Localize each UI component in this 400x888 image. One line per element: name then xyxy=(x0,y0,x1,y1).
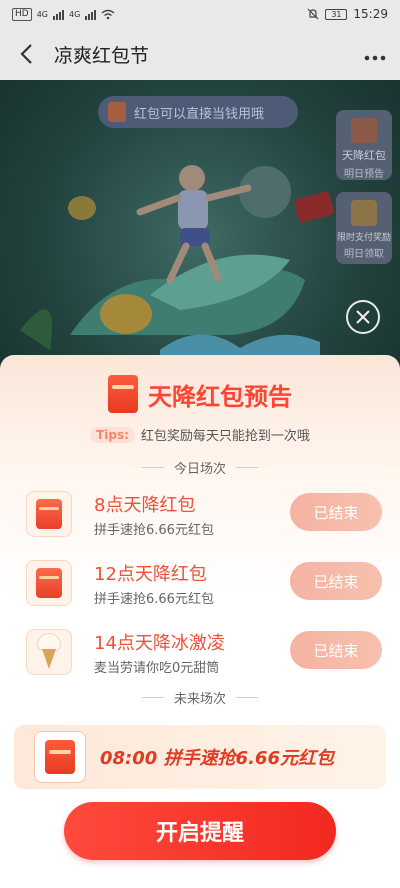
red-envelope-icon xyxy=(45,740,75,774)
page-title: 凉爽红包节 xyxy=(54,44,150,67)
divider xyxy=(236,467,258,468)
enable-reminder-button[interactable]: 开启提醒 xyxy=(64,802,336,860)
close-icon xyxy=(356,310,370,324)
session-ended-button[interactable]: 已结束 xyxy=(290,631,382,669)
status-bar: HD 4G 4G 31 15:29 xyxy=(0,0,400,28)
future-section-label: 未来场次 xyxy=(173,692,226,707)
chevron-left-icon xyxy=(20,44,32,64)
future-section-header: 未来场次 xyxy=(0,688,400,707)
close-button[interactable] xyxy=(346,300,380,334)
session-sub: 拼手速抢6.66元红包 xyxy=(94,523,214,538)
mute-bell-icon xyxy=(307,8,319,20)
session-row: 12点天降红包 拼手速抢6.66元红包 已结束 xyxy=(0,558,400,618)
red-envelope-icon xyxy=(108,375,138,413)
future-session-text: 08:00 拼手速抢6.66元红包 xyxy=(100,748,334,769)
wifi-icon xyxy=(101,9,115,19)
battery-level: 31 xyxy=(331,9,342,19)
session-thumb xyxy=(26,560,72,606)
session-row: 14点天降冰激凌 麦当劳请你吃0元甜筒 已结束 xyxy=(0,627,400,687)
sim-b-label: 4G xyxy=(69,9,81,19)
sheet-title: 天降红包预告 xyxy=(148,382,292,411)
session-ended-button[interactable]: 已结束 xyxy=(290,562,382,600)
red-envelope-icon xyxy=(36,499,62,529)
ellipsis-icon xyxy=(364,55,386,60)
divider xyxy=(236,697,258,698)
session-sub: 麦当劳请你吃0元甜筒 xyxy=(94,661,220,676)
session-name: 8点天降红包 xyxy=(94,495,196,516)
session-ended-button[interactable]: 已结束 xyxy=(290,493,382,531)
sheet-header: 天降红包预告 xyxy=(0,375,400,413)
today-section-label: 今日场次 xyxy=(173,462,226,477)
network-badge: HD xyxy=(12,7,32,21)
future-session-card: 08:00 拼手速抢6.66元红包 xyxy=(14,725,386,789)
ice-cream-icon xyxy=(34,633,64,671)
session-thumb xyxy=(26,491,72,537)
clock: 15:29 xyxy=(353,7,388,21)
surfer-illustration xyxy=(20,165,334,370)
session-name: 14点天降冰激凌 xyxy=(94,633,225,654)
session-thumb xyxy=(26,629,72,675)
tips-tag: Tips: xyxy=(90,426,135,443)
future-session-thumb xyxy=(34,731,86,783)
session-sub: 拼手速抢6.66元红包 xyxy=(94,592,214,607)
more-button[interactable] xyxy=(364,42,386,67)
banner-scene: 红包可以直接当钱用哦 天降红包 明日预告 限时支付奖励 明日领取 xyxy=(0,80,400,370)
divider xyxy=(141,697,164,698)
sim-a-label: 4G xyxy=(36,9,48,19)
nav-bar: 凉爽红包节 xyxy=(0,28,400,80)
signal-icon-2 xyxy=(85,9,97,20)
today-section-header: 今日场次 xyxy=(0,458,400,477)
session-name: 12点天降红包 xyxy=(94,564,207,585)
signal-icon xyxy=(53,9,64,20)
back-button[interactable] xyxy=(14,42,38,66)
battery-icon: 31 xyxy=(325,8,348,20)
red-envelope-icon xyxy=(36,568,62,598)
tips-line: Tips: 红包奖励每天只能抢到一次哦 xyxy=(0,425,400,444)
tips-text: 红包奖励每天只能抢到一次哦 xyxy=(140,429,310,444)
session-row: 8点天降红包 拼手速抢6.66元红包 已结束 xyxy=(0,489,400,549)
divider xyxy=(141,467,164,468)
